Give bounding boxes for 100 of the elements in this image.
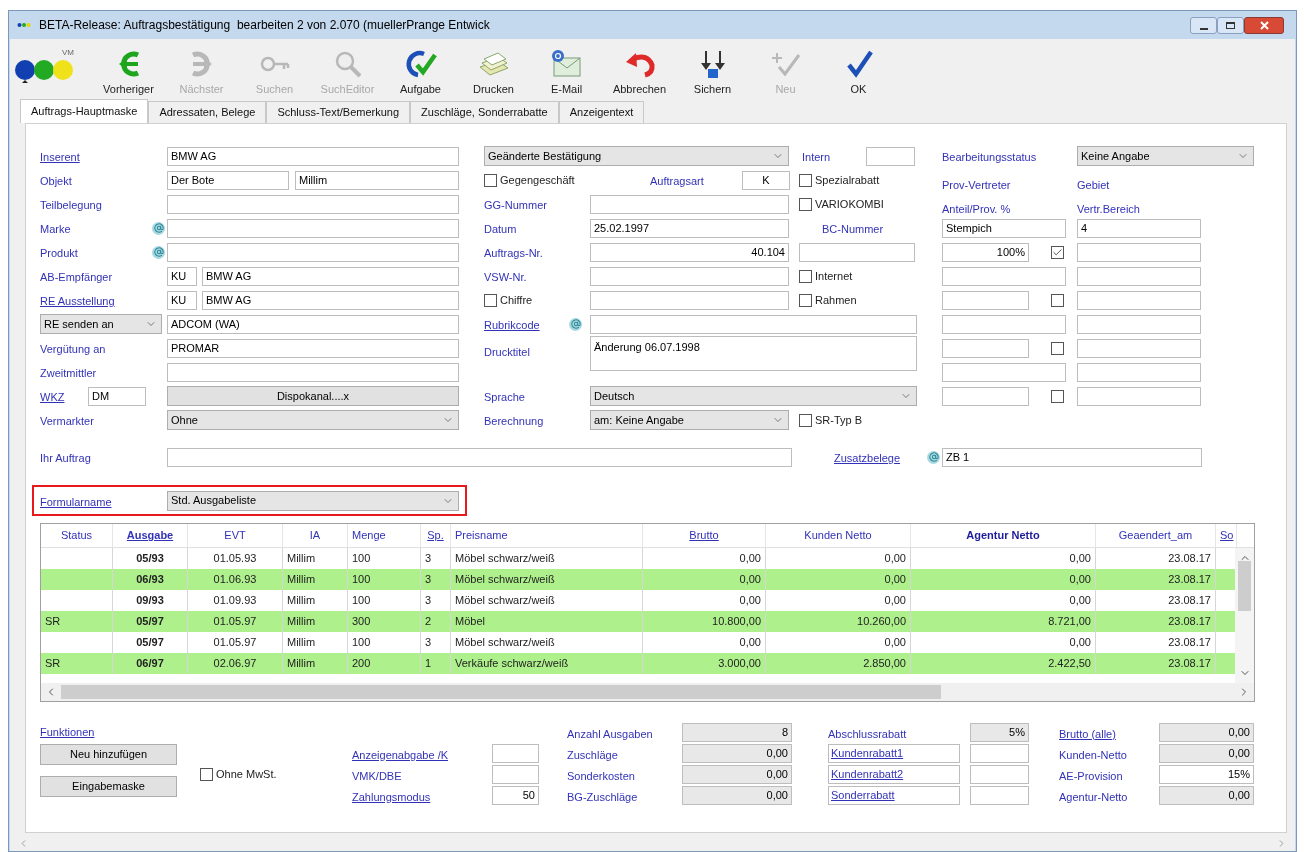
text-field[interactable]: 0,00 xyxy=(682,744,792,763)
link[interactable]: Rubrikcode xyxy=(484,319,540,331)
close-button[interactable] xyxy=(1244,16,1284,34)
dropdown[interactable]: RE senden an xyxy=(40,314,162,334)
text-field[interactable]: ZB 1 xyxy=(942,447,1202,467)
text-field[interactable] xyxy=(590,194,789,214)
at-icon[interactable] xyxy=(927,450,940,464)
at-icon[interactable] xyxy=(152,221,165,235)
link[interactable]: RE Ausstellung xyxy=(40,295,115,307)
text-field[interactable] xyxy=(492,744,539,763)
toolbar-button[interactable]: Sichern xyxy=(676,41,749,97)
checkbox[interactable] xyxy=(1051,389,1064,403)
text-field[interactable] xyxy=(942,386,1029,406)
text-field[interactable]: 0,00 xyxy=(1159,723,1254,742)
link[interactable]: Brutto (alle) xyxy=(1059,727,1116,740)
text-field[interactable]: 8 xyxy=(682,723,792,742)
checkbox[interactable] xyxy=(1051,341,1064,355)
tab[interactable]: Adressaten, Belege xyxy=(148,101,267,123)
text-field[interactable] xyxy=(942,362,1066,382)
vertical-scrollbar[interactable] xyxy=(1235,548,1254,683)
text-field[interactable] xyxy=(942,290,1029,310)
text-field[interactable]: DM xyxy=(88,386,146,406)
text-field[interactable]: 4 xyxy=(1077,218,1201,238)
text-field[interactable]: 25.02.1997 xyxy=(590,218,789,238)
text-field[interactable] xyxy=(866,146,915,166)
action-button[interactable]: Neu hinzufügen xyxy=(40,744,177,765)
text-area[interactable]: Änderung 06.07.1998 xyxy=(590,336,917,371)
text-field[interactable]: Der Bote xyxy=(167,170,289,190)
dispokanal-button[interactable]: Dispokanal....x xyxy=(167,386,459,406)
checkbox[interactable] xyxy=(200,768,213,781)
dropdown[interactable]: Ohne xyxy=(167,410,459,430)
text-field[interactable] xyxy=(1077,242,1201,262)
checkbox[interactable] xyxy=(484,173,497,187)
text-field[interactable]: KU xyxy=(167,266,197,286)
link-field[interactable]: Sonderrabatt xyxy=(828,786,960,805)
at-icon[interactable] xyxy=(569,317,582,331)
toolbar-button[interactable]: E-Mail xyxy=(530,41,603,97)
text-field[interactable] xyxy=(970,786,1029,805)
toolbar-button[interactable]: Vorheriger xyxy=(92,41,165,97)
text-field[interactable]: KU xyxy=(167,290,197,310)
text-field[interactable] xyxy=(1077,290,1201,310)
checkbox[interactable] xyxy=(1051,293,1064,307)
text-field[interactable]: 0,00 xyxy=(1159,744,1254,763)
link[interactable]: WKZ xyxy=(40,391,65,403)
link[interactable]: Inserent xyxy=(40,151,80,163)
text-field[interactable]: Stempich xyxy=(942,218,1066,238)
text-field[interactable] xyxy=(167,362,459,382)
table-row[interactable]: SR 06/97 02.06.97 Millim 200 1 Verkäufe schwarz/weiß 3.000,00 2.850,00 2.422,50 23.08.17 xyxy=(41,653,1236,674)
link-field[interactable]: Kundenrabatt2 xyxy=(828,765,960,784)
tab[interactable]: Anzeigentext xyxy=(558,101,645,123)
text-field[interactable]: Millim xyxy=(295,170,459,190)
minimize-button[interactable] xyxy=(1190,16,1217,34)
text-field[interactable] xyxy=(1077,338,1201,358)
link[interactable]: Zahlungsmodus xyxy=(352,790,431,803)
checkbox[interactable] xyxy=(484,293,497,307)
text-field[interactable] xyxy=(1077,314,1201,334)
text-field[interactable] xyxy=(167,242,459,262)
text-field[interactable] xyxy=(167,194,459,214)
checkbox[interactable] xyxy=(799,173,812,187)
tab[interactable]: Schluss-Text/Bemerkung xyxy=(266,101,411,123)
text-field[interactable] xyxy=(590,314,917,334)
text-field[interactable]: 5% xyxy=(970,723,1029,742)
table-row[interactable]: SR 05/97 01.05.97 Millim 300 2 Möbel 10.800,00 10.260,00 8.721,00 23.08.17 xyxy=(41,611,1236,632)
checkbox[interactable] xyxy=(799,413,812,427)
text-field[interactable]: ADCOM (WA) xyxy=(167,314,459,334)
checkbox[interactable] xyxy=(799,293,812,307)
text-field[interactable] xyxy=(942,314,1066,334)
checkbox[interactable] xyxy=(799,269,812,283)
column-header[interactable]: Status xyxy=(60,527,93,544)
toolbar-button[interactable]: Aufgabe xyxy=(384,41,457,97)
column-header[interactable]: Geaendert_am xyxy=(1118,527,1193,544)
text-field[interactable] xyxy=(590,290,789,310)
text-field[interactable] xyxy=(970,744,1029,763)
text-field[interactable]: PROMAR xyxy=(167,338,459,358)
text-field[interactable] xyxy=(1077,266,1201,286)
dropdown[interactable]: Geänderte Bestätigung xyxy=(484,146,789,166)
toolbar-button[interactable]: Abbrechen xyxy=(603,41,676,97)
checkbox[interactable] xyxy=(799,197,812,211)
text-field[interactable] xyxy=(942,266,1066,286)
text-field[interactable]: 15% xyxy=(1159,765,1254,784)
checkbox[interactable] xyxy=(1051,245,1064,259)
link[interactable]: Zusatzbelege xyxy=(834,452,901,464)
text-field[interactable] xyxy=(590,266,789,286)
column-header[interactable]: Agentur Netto xyxy=(966,527,1040,544)
link[interactable]: Anzeigenabgabe /K xyxy=(352,748,449,761)
text-field[interactable]: 100% xyxy=(942,242,1029,262)
column-header[interactable]: Preisname xyxy=(455,527,508,544)
scroll-thumb[interactable] xyxy=(1238,560,1251,611)
text-field[interactable]: 0,00 xyxy=(1159,786,1254,805)
column-header[interactable]: Sp. xyxy=(427,527,444,544)
action-button[interactable]: Eingabemaske xyxy=(40,776,177,797)
maximize-button[interactable] xyxy=(1217,16,1244,34)
text-field[interactable]: BMW AG xyxy=(202,266,459,286)
text-field[interactable] xyxy=(492,765,539,784)
column-header[interactable]: So xyxy=(1220,527,1234,544)
text-field[interactable]: K xyxy=(742,170,790,190)
scroll-thumb[interactable] xyxy=(61,685,941,699)
toolbar-button[interactable]: Drucken xyxy=(457,41,530,97)
text-field[interactable] xyxy=(970,765,1029,784)
text-field[interactable] xyxy=(167,218,459,238)
